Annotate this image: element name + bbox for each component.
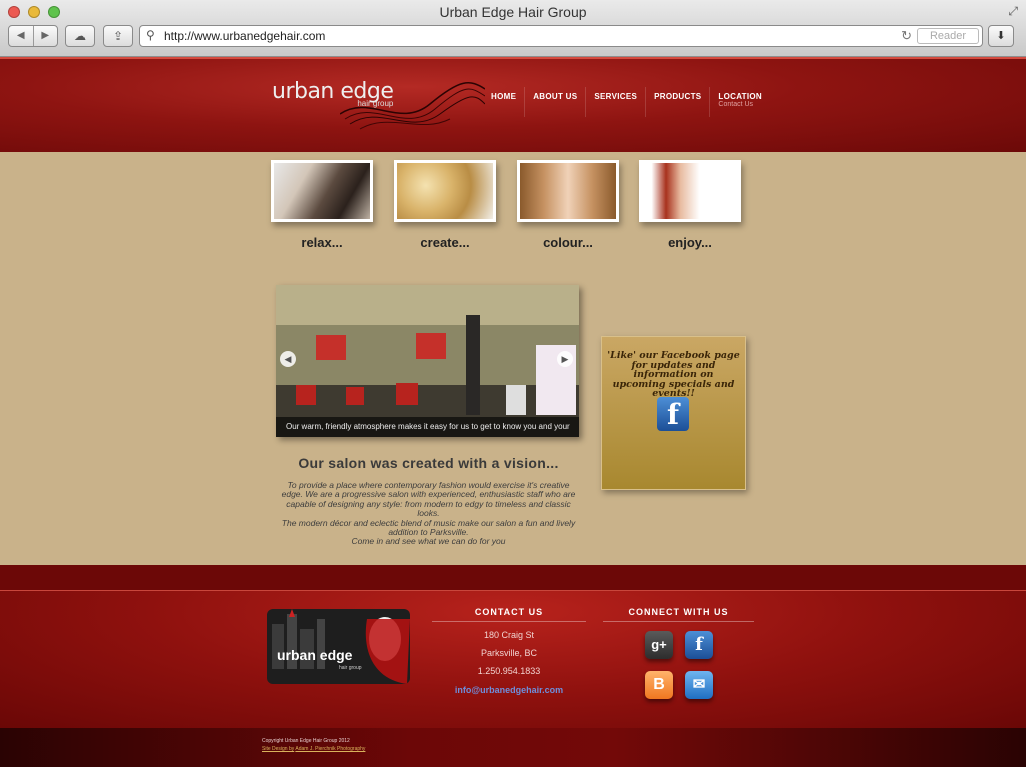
address-line-2: Parksville, BC [480,648,537,658]
email-link[interactable]: info@urbanedgehair.com [432,685,586,695]
main-navigation: HOME ABOUT US SERVICES PRODUCTS LOCATION… [483,87,770,117]
slideshow-next-button[interactable]: ▶ [557,351,573,367]
browser-toolbar: Urban Edge Hair Group ⤢ ◀ ▶ ☁ ⇪ ⚲ http:/… [0,0,1026,57]
facebook-icon[interactable]: f [685,631,713,659]
site-design-credit: Site Design by Adam J. Pierchnik Photogr… [262,745,365,753]
nav-item-location[interactable]: LOCATION Contact Us [709,87,770,117]
create-photo [397,163,493,219]
footer-logo-tagline: hair group [339,665,362,671]
salon-slideshow[interactable]: ◀ ▶ Our warm, friendly atmosphere makes … [276,285,579,437]
fullscreen-icon[interactable]: ⤢ [1008,4,1018,19]
facebook-icon[interactable]: f [657,397,689,431]
share-button[interactable]: ⇪ [103,25,133,47]
address-line-1: 180 Craig St [483,630,535,640]
icloud-tabs-button[interactable]: ☁ [65,25,95,47]
thumbnail-caption: colour... [543,235,593,250]
thumbnail-caption: relax... [301,235,343,250]
url-field[interactable]: http://www.urbanedgehair.com [164,29,325,43]
history-nav: ◀ ▶ [8,25,58,47]
vision-heading: Our salon was created with a vision... [298,455,559,471]
connect-heading: CONNECT WITH US [603,607,754,622]
nav-label: HOME [491,92,517,101]
nav-label: SERVICES [594,92,638,101]
email-icon[interactable]: ✉ [685,671,713,699]
forward-button[interactable]: ▶ [34,26,58,46]
page-icon: ⚲ [146,28,155,42]
phone-number: 1.250.954.1833 [477,666,541,676]
reload-icon[interactable]: ↻ [901,28,912,44]
thumbnail-caption: enjoy... [668,235,712,250]
thumbnail-relax[interactable] [271,160,373,222]
relax-photo [274,163,370,219]
logo-swirl-graphic [340,82,485,130]
vision-paragraph: The modern décor and eclectic blend of m… [281,517,576,538]
nav-item-products[interactable]: PRODUCTS [645,87,709,117]
site-design-prefix: Site Design by [262,746,295,752]
nav-label: LOCATION [718,92,762,101]
slideshow-caption: Our warm, friendly atmosphere makes it e… [276,417,579,437]
nav-sublabel-contact-us[interactable]: Contact Us [718,101,762,108]
nav-item-services[interactable]: SERVICES [585,87,645,117]
copyright-bar: Copyright Urban Edge Hair Group 2012 Sit… [0,728,1026,767]
salon-interior-photo [276,285,579,437]
nav-item-about-us[interactable]: ABOUT US [524,87,585,117]
nav-label: ABOUT US [533,92,578,101]
blogger-icon[interactable]: B [645,671,673,699]
facebook-promo-text: 'Like' our Facebook page for updates and… [607,350,740,399]
thumbnail-create[interactable] [394,160,496,222]
slideshow-prev-button[interactable]: ◀ [280,351,296,367]
colour-photo [520,163,616,219]
thumbnail-enjoy[interactable] [639,160,741,222]
footer-logo[interactable]: urban edge hair group [267,609,410,684]
copyright-block: Copyright Urban Edge Hair Group 2012 Sit… [262,737,365,753]
address-bar[interactable]: ⚲ http://www.urbanedgehair.com ↻ Reader [139,25,983,47]
downloads-icon[interactable]: ⬇ [988,25,1014,47]
thumbnail-caption: create... [420,235,470,250]
vision-body: To provide a place where contemporary fa… [276,480,581,547]
nav-item-home[interactable]: HOME [483,87,524,117]
enjoy-photo [642,163,738,219]
copyright-text: Copyright Urban Edge Hair Group 2012 [262,738,350,744]
nav-label: PRODUCTS [654,92,702,101]
site-header: urban edge hair group HOME ABOUT US SERV… [0,57,1026,152]
window-title: Urban Edge Hair Group [439,4,587,20]
vision-paragraph: Come in and see what we can do for you [351,536,506,547]
footer-band [0,565,1026,590]
site-footer: urban edge hair group CONTACT US 180 Cra… [0,590,1026,729]
reader-button[interactable]: Reader [917,28,979,44]
google-plus-icon[interactable]: g+ [645,631,673,659]
footer-logo-wordmark: urban edge [277,647,353,663]
site-design-link[interactable]: Adam J. Pierchnik Photography [295,746,365,752]
facebook-promo-box: 'Like' our Facebook page for updates and… [601,336,746,490]
thumbnail-colour[interactable] [517,160,619,222]
vision-paragraph: To provide a place where contemporary fa… [281,480,576,519]
back-button[interactable]: ◀ [9,26,34,46]
contact-heading: CONTACT US [432,607,586,622]
